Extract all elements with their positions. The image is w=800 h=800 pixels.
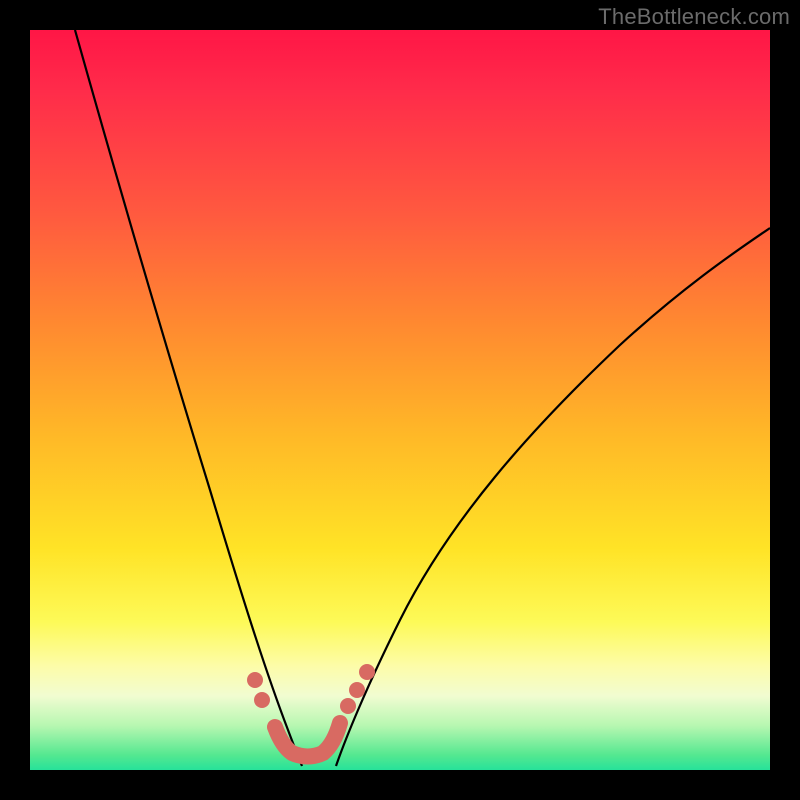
- right-curve: [336, 228, 770, 766]
- chart-frame: TheBottleneck.com: [0, 0, 800, 800]
- marker-right-b: [349, 682, 365, 698]
- bottom-marker-connector: [275, 723, 340, 757]
- marker-left-upper: [247, 672, 263, 688]
- watermark-text: TheBottleneck.com: [598, 4, 790, 30]
- plot-area: [30, 30, 770, 770]
- marker-left-lower: [254, 692, 270, 708]
- marker-right-c: [359, 664, 375, 680]
- curve-layer: [30, 30, 770, 770]
- marker-right-a: [340, 698, 356, 714]
- left-curve: [75, 30, 302, 766]
